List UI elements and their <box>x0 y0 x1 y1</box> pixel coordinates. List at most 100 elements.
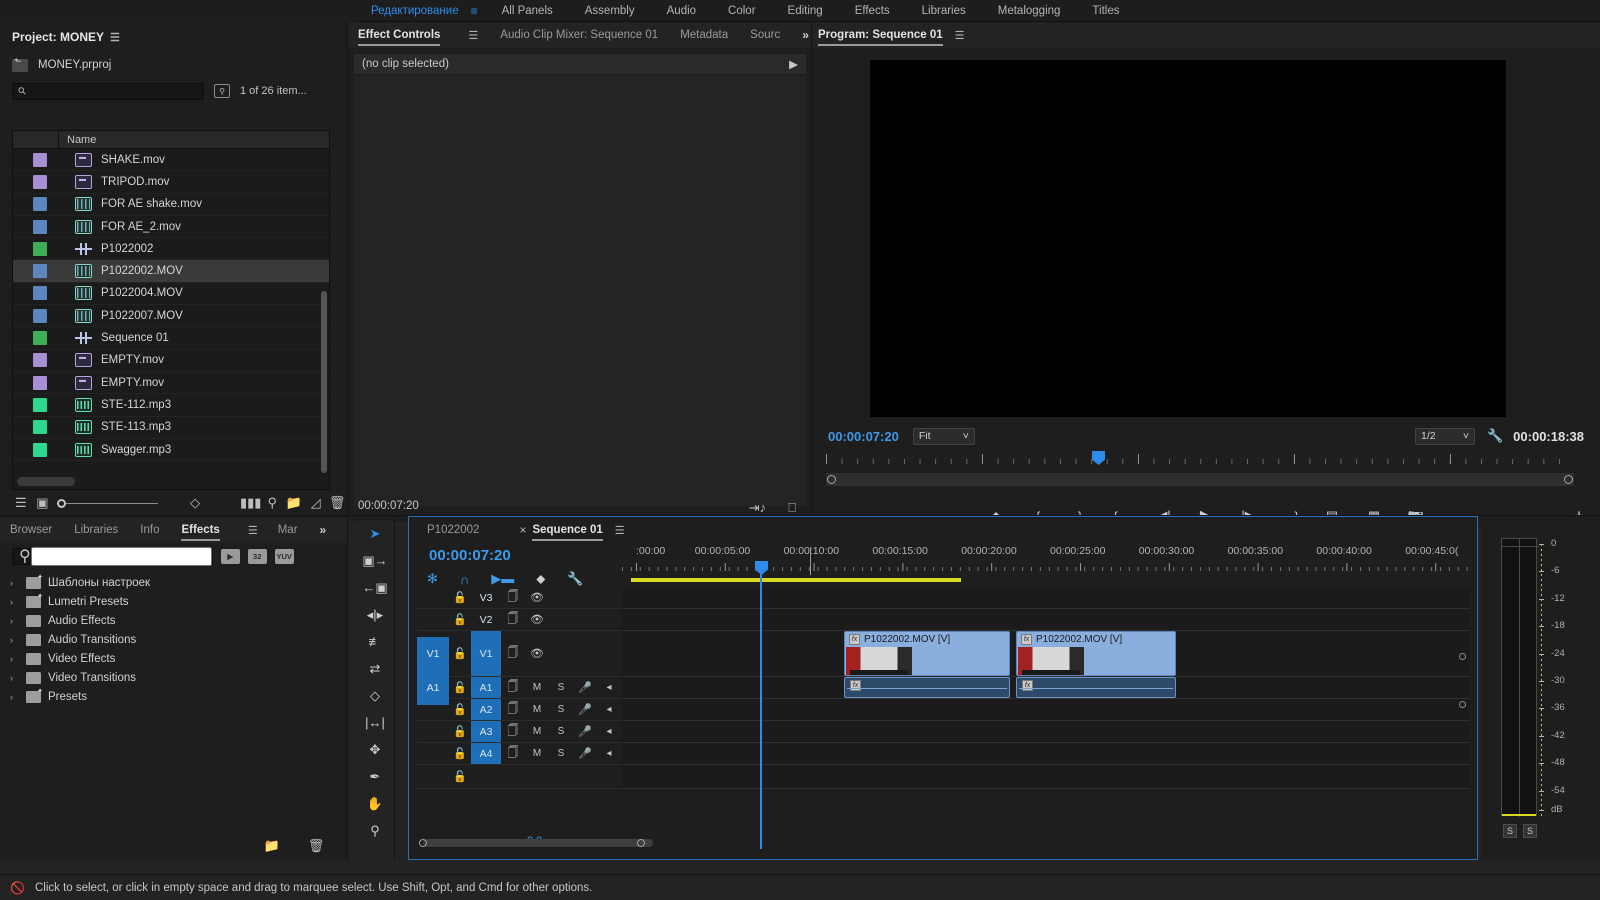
track-lock-icon[interactable]: 🔓 <box>449 681 471 694</box>
track-lock-icon[interactable]: 🔓 <box>449 703 471 716</box>
timeline-zoom-handle-right[interactable] <box>637 839 645 847</box>
project-list-item[interactable]: P1022004.MOV <box>13 283 329 306</box>
chevron-right-icon[interactable]: › <box>10 578 19 588</box>
track-expand-icon[interactable]: ◂ <box>597 704 621 715</box>
close-icon[interactable]: × <box>519 523 526 537</box>
settings-wrench-icon[interactable]: 🔧 <box>1487 428 1503 444</box>
track-sync-icon[interactable]: 🗍 <box>501 744 525 763</box>
ripple-edit-tool[interactable]: ◂|▸ <box>358 601 392 628</box>
mic-icon[interactable]: 🎤 <box>573 747 597 760</box>
timeline-playhead-timecode[interactable]: 00:00:07:20 <box>429 547 511 564</box>
workspace-tab-effects[interactable]: Effects <box>839 0 906 22</box>
zoom-slider-knob[interactable] <box>57 498 67 508</box>
eye-icon[interactable]: 👁 <box>525 591 549 604</box>
track-lock-icon[interactable]: 🔓 <box>449 613 471 626</box>
effects-tree-item[interactable]: › Video Effects <box>0 649 348 668</box>
project-list-vscrollbar[interactable] <box>321 291 327 473</box>
timeline-audio-track-a1[interactable]: fx fx <box>622 677 1470 699</box>
chevron-right-icon[interactable]: › <box>10 616 19 626</box>
timeline-panel-menu-icon[interactable]: ☰ <box>615 524 625 537</box>
timeline-track-header[interactable]: 🔓 V2 🗍 👁 <box>417 609 621 631</box>
timeline-audio-track-a2[interactable] <box>622 699 1470 721</box>
timeline-time-ruler[interactable]: :00:00 00:00:05:00 00:00:10:00 00:00:15:00 0… <box>622 545 1470 575</box>
project-file-row[interactable]: MONEY.prproj <box>0 52 348 78</box>
track-sync-icon[interactable]: 🗍 <box>501 588 525 607</box>
project-item-list[interactable]: Name SHAKE.mov TRIPOD.mov FOR AE shake.mov… <box>12 130 330 490</box>
mic-icon[interactable]: 🎤 <box>573 681 597 694</box>
track-name-a3[interactable]: A3 <box>471 721 501 742</box>
new-bin-icon[interactable]: 📁 <box>283 495 305 511</box>
timeline-track-area[interactable]: fx P1022002.MOV [V] fx P1022002.MOV [V] fx fx <box>622 587 1470 833</box>
project-list-item[interactable]: P1022002.MOV <box>13 260 329 283</box>
track-lock-icon[interactable]: 🔓 <box>449 647 471 660</box>
effects-panel-menu-icon[interactable]: ☰ <box>248 524 258 537</box>
timeline-audio-track-a3[interactable] <box>622 721 1470 743</box>
effects-search-box[interactable]: ⚲ <box>12 546 213 566</box>
track-mute-button[interactable]: M <box>525 682 549 693</box>
meter-clip-indicator[interactable] <box>1502 546 1538 547</box>
sort-icon[interactable]: ◇ <box>184 495 206 511</box>
tab-info[interactable]: Info <box>140 517 159 543</box>
track-target-v1[interactable]: V1 <box>417 636 449 671</box>
project-list-item[interactable]: P1022002 <box>13 238 329 261</box>
track-sync-icon[interactable]: 🗍 <box>501 644 525 663</box>
add-marker-icon[interactable]: ⬥ <box>536 571 545 587</box>
icon-view-icon[interactable]: ▣ <box>32 495 54 511</box>
timeline-zoom-handle-left[interactable] <box>419 839 427 847</box>
workspace-tab-editing-ru[interactable]: Редактирование <box>355 0 475 22</box>
timeline-horizontal-scrollbar[interactable] <box>423 839 653 847</box>
track-sync-icon[interactable]: 🗍 <box>501 700 525 719</box>
track-solo-button[interactable]: S <box>549 704 573 715</box>
hand-tool[interactable]: ✋ <box>358 790 392 817</box>
chevron-right-icon[interactable]: › <box>10 597 19 607</box>
zoom-level-select[interactable]: Fit ˅ <box>912 427 975 445</box>
thumbnail-zoom-slider[interactable] <box>57 498 159 508</box>
linked-selection-icon[interactable]: ▶▬ <box>491 571 514 587</box>
track-select-forward-tool[interactable]: ▣→ <box>358 547 392 574</box>
timeline-work-area-bar[interactable] <box>631 578 961 582</box>
timeline-video-clip[interactable]: fx P1022002.MOV [V] <box>844 631 1010 676</box>
tab-libraries[interactable]: Libraries <box>74 517 118 543</box>
effect-controls-menu-icon[interactable]: ☰ <box>468 29 478 42</box>
project-search-box[interactable]: ⚲ <box>12 82 204 100</box>
timeline-master-track[interactable] <box>622 765 1470 789</box>
project-panel-menu-icon[interactable]: ☰ <box>110 31 120 44</box>
rolling-edit-tool[interactable]: ≢ <box>358 628 392 655</box>
tab-source[interactable]: Sourc <box>750 22 780 48</box>
track-name-v1[interactable]: V1 <box>471 631 501 676</box>
effects-tabs-overflow-icon[interactable]: » <box>320 523 327 537</box>
track-expand-icon[interactable]: ◂ <box>597 748 621 759</box>
parent-bin-icon[interactable] <box>12 56 28 72</box>
project-list-item[interactable]: FOR AE shake.mov <box>13 194 329 216</box>
workspace-menu-icon[interactable]: ≡ <box>463 4 486 18</box>
yuv-effects-icon[interactable]: YUV <box>274 548 294 564</box>
timeline-settings-icon[interactable]: 🔧 <box>567 571 583 587</box>
track-name-a1[interactable]: A1 <box>471 677 501 698</box>
project-list-item[interactable]: EMPTY.mov <box>13 372 329 395</box>
timeline-audio-track-a4[interactable] <box>622 743 1470 765</box>
new-custom-bin-icon[interactable]: 📁 <box>258 838 286 854</box>
workspace-tab-editing[interactable]: Editing <box>772 0 839 22</box>
effects-tree-item[interactable]: › Audio Effects <box>0 611 348 630</box>
delete-custom-item-icon[interactable]: 🗑 <box>302 838 330 854</box>
program-zoom-handle-left[interactable] <box>827 475 836 484</box>
chevron-right-icon[interactable]: › <box>10 692 19 702</box>
timeline-track-header[interactable]: 🔓 <box>417 765 621 789</box>
track-mute-button[interactable]: M <box>525 726 549 737</box>
workspace-tab-titles[interactable]: Titles <box>1076 0 1135 22</box>
project-list-item[interactable]: STE-112.mp3 <box>13 394 329 417</box>
project-list-item[interactable]: STE-113.mp3 <box>13 417 329 439</box>
rate-stretch-tool[interactable]: ⇄ <box>358 655 392 682</box>
track-keyframe-dot[interactable] <box>1459 653 1466 660</box>
track-sync-icon[interactable]: 🗍 <box>501 610 525 629</box>
tab-sequence-01[interactable]: Sequence 01 <box>532 517 604 543</box>
program-time-ruler[interactable] <box>826 451 1574 468</box>
program-zoom-handle-right[interactable] <box>1564 475 1573 484</box>
meter-solo-left-button[interactable]: S <box>1503 824 1517 838</box>
effects-tree-item[interactable]: › Video Transitions <box>0 668 348 687</box>
workspace-tab-libraries[interactable]: Libraries <box>906 0 982 22</box>
project-list-item[interactable]: Sequence 01 <box>13 327 329 350</box>
timeline-video-track-v3[interactable] <box>622 587 1470 609</box>
program-monitor-menu-icon[interactable]: ☰ <box>955 29 965 42</box>
playback-resolution-select[interactable]: 1/2 ˅ <box>1414 427 1475 445</box>
